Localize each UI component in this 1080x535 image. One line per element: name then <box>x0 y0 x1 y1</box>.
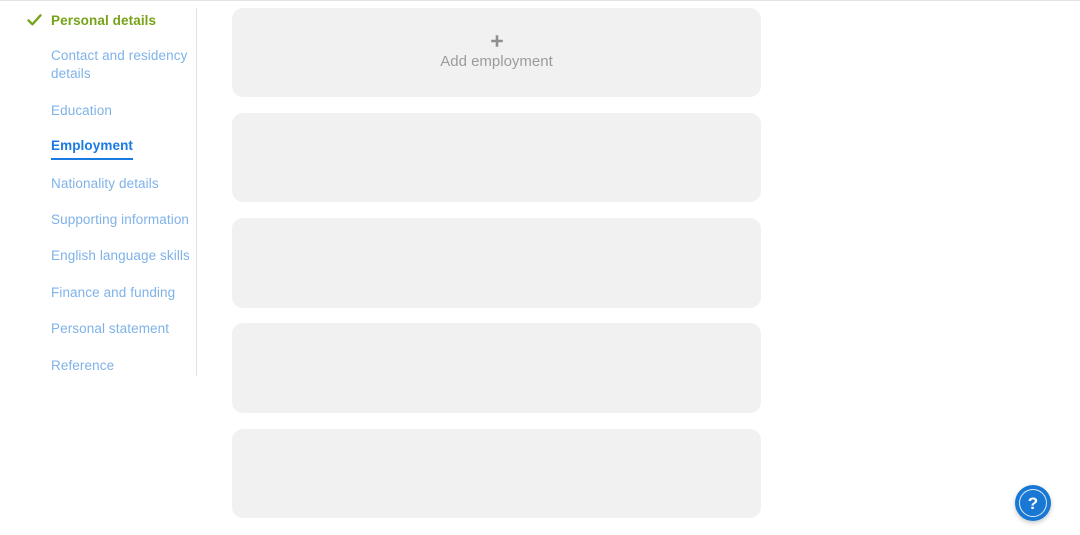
application-steps-sidebar: Personal details Contact and residency d… <box>0 0 197 535</box>
employment-placeholder-card[interactable] <box>232 113 761 202</box>
sidebar-divider <box>196 8 197 376</box>
sidebar-item-label[interactable]: Nationality details <box>51 175 191 193</box>
sidebar-item-label[interactable]: Supporting information <box>51 211 191 229</box>
sidebar-item-education[interactable]: Education <box>51 102 191 120</box>
sidebar-item-label[interactable]: Personal statement <box>51 320 191 338</box>
employment-placeholder-card[interactable] <box>232 323 761 413</box>
application-root: Personal details Contact and residency d… <box>0 0 1080 535</box>
sidebar-item-reference[interactable]: Reference <box>51 357 191 375</box>
sidebar-item-label[interactable]: Contact and residency details <box>51 47 191 83</box>
question-mark-icon: ? <box>1027 493 1039 513</box>
employment-placeholder-card[interactable] <box>232 218 761 308</box>
sidebar-item-employment[interactable]: Employment <box>51 137 191 160</box>
sidebar-item-personal-details[interactable]: Personal details <box>0 12 197 30</box>
sidebar-item-finance-and-funding[interactable]: Finance and funding <box>51 284 191 302</box>
sidebar-item-label[interactable]: English language skills <box>51 247 191 265</box>
sidebar-item-label[interactable]: Employment <box>51 137 134 160</box>
sidebar-item-supporting-information[interactable]: Supporting information <box>51 211 191 229</box>
sidebar-item-label[interactable]: Finance and funding <box>51 284 191 302</box>
sidebar-item-label[interactable]: Education <box>51 102 191 120</box>
employment-placeholder-card[interactable] <box>232 429 761 518</box>
sidebar-item-label[interactable]: Personal details <box>28 12 197 30</box>
sidebar-item-label[interactable]: Reference <box>51 357 191 375</box>
add-employment-label: Add employment <box>440 53 553 70</box>
sidebar-item-nationality-details[interactable]: Nationality details <box>51 175 191 193</box>
plus-icon <box>490 34 504 48</box>
sidebar-item-contact-and-residency-details[interactable]: Contact and residency details <box>51 47 191 83</box>
sidebar-item-english-language-skills[interactable]: English language skills <box>51 247 191 265</box>
add-employment-button[interactable]: Add employment <box>232 8 761 97</box>
help-button[interactable]: ? <box>1015 485 1051 521</box>
sidebar-item-personal-statement[interactable]: Personal statement <box>51 320 191 338</box>
check-icon <box>27 13 42 28</box>
